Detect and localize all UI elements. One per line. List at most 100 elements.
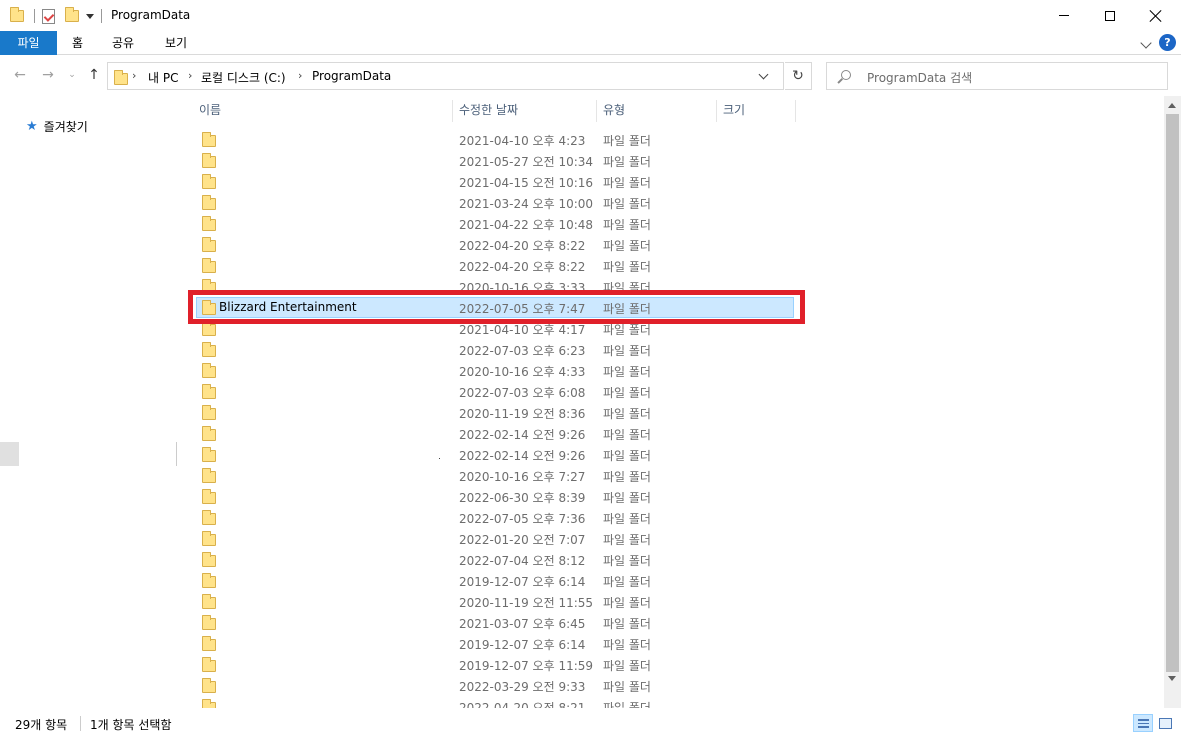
column-header-size[interactable]: 크기 [723, 100, 745, 124]
recent-locations-chevron-icon[interactable]: ⌄ [64, 67, 80, 83]
folder-icon [202, 216, 216, 231]
file-date: 2021-05-27 오전 10:34 [459, 155, 594, 169]
up-arrow-icon[interactable]: ↑ [86, 67, 102, 83]
file-type: 파일 폴더 [603, 197, 651, 211]
file-type: 파일 폴더 [603, 491, 651, 505]
file-row[interactable]: 2022-06-30 오후 8:39 파일 폴더 [180, 486, 1164, 507]
address-bar[interactable]: › 내 PC › 로컬 디스크 (C:) › ProgramData [107, 62, 784, 90]
file-type: 파일 폴더 [603, 638, 651, 652]
file-row[interactable]: 2022-04-20 오전 8:21 파일 폴더 [180, 696, 1164, 708]
close-button[interactable] [1133, 0, 1179, 31]
breadcrumb-chevron-icon[interactable]: › [188, 69, 192, 82]
minimize-button[interactable] [1041, 0, 1087, 31]
breadcrumb-programdata[interactable]: ProgramData [312, 69, 391, 83]
file-type: 파일 폴더 [603, 428, 651, 442]
column-header-label: 이름 [199, 103, 222, 117]
ribbon-tabs: 파일 홈 공유 보기 ? [0, 31, 1181, 55]
file-row[interactable]: 2019-12-07 오후 6:14 파일 폴더 [180, 570, 1164, 591]
refresh-button[interactable]: ↻ [785, 62, 812, 90]
file-type: 파일 폴더 [603, 365, 651, 379]
address-row: ← → ⌄ ↑ › 내 PC › 로컬 디스크 (C:) › ProgramDa… [0, 56, 1181, 96]
sort-ascending-icon: ⌃ [318, 96, 326, 103]
file-type: 파일 폴더 [603, 512, 651, 526]
help-icon[interactable]: ? [1159, 34, 1176, 51]
tab-share[interactable]: 공유 [98, 31, 148, 55]
column-header-date[interactable]: 수정한 날짜 [459, 100, 518, 124]
breadcrumb-local-disk[interactable]: 로컬 디스크 (C:) [201, 69, 286, 86]
file-row[interactable]: 2021-05-27 오전 10:34 파일 폴더 [180, 150, 1164, 171]
file-row[interactable]: 2019-12-07 오후 11:59 파일 폴더 [180, 654, 1164, 675]
back-arrow-icon[interactable]: ← [12, 67, 28, 83]
folder-icon [202, 384, 216, 399]
maximize-button[interactable] [1087, 0, 1133, 31]
navigation-pane: ★ 즐겨찾기 [0, 96, 180, 708]
properties-icon[interactable] [42, 6, 55, 26]
search-icon [841, 70, 851, 80]
file-type: 파일 폴더 [603, 533, 651, 547]
folder-icon [202, 552, 216, 567]
file-row[interactable]: 2020-11-19 오전 11:55 파일 폴더 [180, 591, 1164, 612]
breadcrumb-this-pc[interactable]: 내 PC [148, 69, 178, 86]
file-row[interactable]: 2022-02-14 오전 9:26 파일 폴더 [180, 423, 1164, 444]
file-row[interactable]: 2022-03-29 오전 9:33 파일 폴더 [180, 675, 1164, 696]
folder-icon [202, 447, 216, 462]
file-row[interactable]: 2020-10-16 오후 4:33 파일 폴더 [180, 360, 1164, 381]
file-row[interactable]: 2022-02-14 오전 9:26 파일 폴더 [180, 444, 1164, 465]
breadcrumb-chevron-icon[interactable]: › [298, 69, 302, 82]
column-divider[interactable] [452, 100, 453, 122]
column-divider[interactable] [716, 100, 717, 122]
file-row[interactable]: 2020-11-19 오전 8:36 파일 폴더 [180, 402, 1164, 423]
sidebar-item-favorites[interactable]: ★ 즐겨찾기 [26, 118, 88, 135]
file-date: 2021-04-15 오전 10:16 [459, 176, 594, 190]
search-box[interactable]: ProgramData 검색 [826, 62, 1168, 90]
file-type: 파일 폴더 [603, 449, 651, 463]
file-row[interactable]: 2021-03-24 오후 10:00 파일 폴더 [180, 192, 1164, 213]
column-header-name[interactable]: 이름 [199, 100, 221, 124]
column-header-type[interactable]: 유형 [603, 100, 625, 124]
scroll-down-icon[interactable] [1168, 676, 1176, 681]
scroll-up-icon[interactable] [1168, 103, 1176, 108]
address-dropdown-icon[interactable] [758, 69, 769, 80]
file-row[interactable]: 2022-01-20 오전 7:07 파일 폴더 [180, 528, 1164, 549]
file-row[interactable]: 2022-07-03 오후 6:08 파일 폴더 [180, 381, 1164, 402]
file-date: 2022-07-04 오전 8:12 [459, 554, 586, 568]
breadcrumb-chevron-icon[interactable]: › [132, 69, 136, 82]
folder-icon [202, 363, 216, 378]
customize-toolbar-icon[interactable] [86, 6, 94, 26]
quick-access-folder-icon[interactable] [10, 6, 24, 26]
separator [101, 9, 102, 23]
file-row[interactable]: 2020-10-16 오후 7:27 파일 폴더 [180, 465, 1164, 486]
column-divider[interactable] [795, 100, 796, 122]
folder-icon [202, 468, 216, 483]
file-row[interactable]: 2022-04-20 오후 8:22 파일 폴더 [180, 234, 1164, 255]
file-date: 2020-11-19 오전 11:55 [459, 596, 594, 610]
tab-file[interactable]: 파일 [0, 31, 57, 55]
new-folder-icon[interactable] [65, 6, 79, 26]
file-type: 파일 폴더 [603, 659, 651, 673]
file-type: 파일 폴더 [603, 176, 651, 190]
expand-ribbon-icon[interactable] [1140, 37, 1152, 49]
tab-view[interactable]: 보기 [151, 31, 201, 55]
file-row[interactable]: 2022-07-04 오전 8:12 파일 폴더 [180, 549, 1164, 570]
tab-home[interactable]: 홈 [58, 31, 97, 55]
file-row[interactable]: 2021-04-15 오전 10:16 파일 폴더 [180, 171, 1164, 192]
pane-splitter[interactable] [176, 442, 177, 466]
navigation-pane-scrollbar[interactable] [0, 442, 19, 466]
stray-dot [439, 458, 440, 459]
folder-icon [202, 657, 216, 672]
vertical-scrollbar[interactable] [1164, 96, 1181, 708]
column-divider[interactable] [596, 100, 597, 122]
file-row[interactable]: 2022-07-03 오후 6:23 파일 폴더 [180, 339, 1164, 360]
file-row[interactable]: 2022-07-05 오후 7:36 파일 폴더 [180, 507, 1164, 528]
forward-arrow-icon[interactable]: → [40, 67, 56, 83]
search-placeholder: ProgramData 검색 [867, 71, 973, 85]
file-row[interactable]: 2022-04-20 오후 8:22 파일 폴더 [180, 255, 1164, 276]
file-row[interactable]: 2019-12-07 오후 6:14 파일 폴더 [180, 633, 1164, 654]
file-row[interactable]: 2021-04-22 오후 10:48 파일 폴더 [180, 213, 1164, 234]
status-bar: 29개 항목 1개 항목 선택함 [0, 708, 1181, 737]
file-row[interactable]: 2021-04-10 오후 4:23 파일 폴더 [180, 129, 1164, 150]
large-icons-view-button[interactable] [1155, 714, 1175, 732]
scrollbar-thumb[interactable] [1166, 114, 1179, 672]
file-row[interactable]: 2021-03-07 오후 6:45 파일 폴더 [180, 612, 1164, 633]
details-view-button[interactable] [1133, 714, 1153, 732]
